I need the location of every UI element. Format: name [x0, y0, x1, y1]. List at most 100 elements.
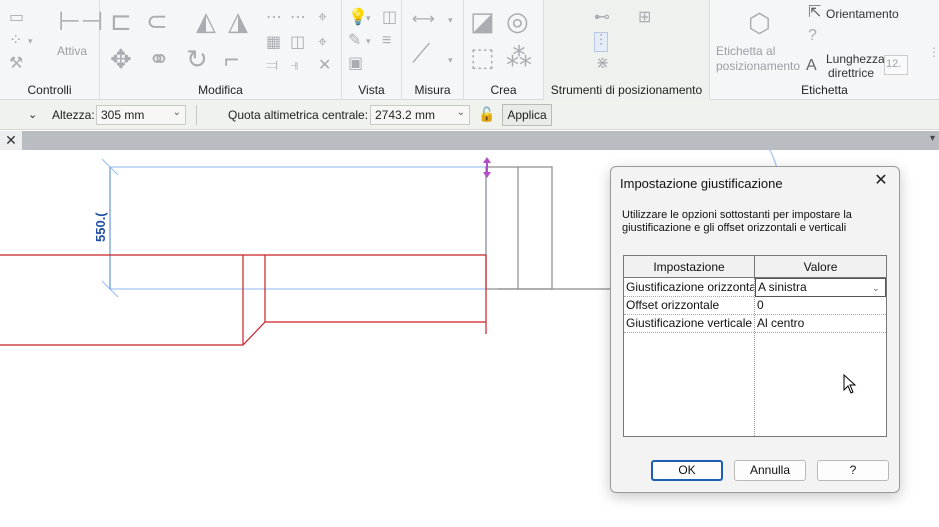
- cube-icon[interactable]: ◫: [382, 10, 397, 26]
- etichetta-pos-label-2[interactable]: posizionamento: [716, 59, 800, 73]
- split-gap-icon[interactable]: ⋯: [290, 10, 306, 26]
- mouse-cursor-icon: [843, 374, 857, 394]
- panel-title-controlli: Controlli: [27, 83, 72, 97]
- justification-dialog: Impostazione giustificazione ✕ Utilizzar…: [610, 166, 900, 493]
- row-setting-label[interactable]: Giustificazione orizzonta: [624, 279, 754, 297]
- panel-title-crea: Crea: [490, 83, 517, 97]
- overflow-icon[interactable]: ⋮: [928, 44, 939, 60]
- array-icon[interactable]: ▦: [266, 35, 281, 51]
- chevron-down-icon[interactable]: ⌄: [28, 108, 37, 121]
- orientation-icon[interactable]: ⇱: [808, 5, 821, 21]
- mirror-draw-icon[interactable]: ◮: [228, 8, 248, 34]
- create-part-icon[interactable]: ◪: [470, 8, 495, 34]
- measure-icon[interactable]: ⟷: [412, 12, 435, 28]
- hammer-icon[interactable]: ⚒: [9, 56, 23, 72]
- options-bar: ⌄ Altezza: 305 mm ⌄ Quota altimetrica ce…: [0, 100, 939, 130]
- row-value[interactable]: 0: [755, 297, 886, 315]
- create-group-icon[interactable]: ◎: [506, 8, 529, 34]
- tag-icon[interactable]: ⬡: [748, 10, 771, 36]
- control-arrow-icon: [483, 172, 491, 178]
- split-segment-icon[interactable]: ⋇: [596, 56, 609, 72]
- panel-modifica: ⊏ ⊂ ◭ ◮ ⋯ ⋯ ⌖ ✥ ⚭ ↻ ⌐ ▦ ◫ ⌖ ⫤ ⫣ ✕ Modifi…: [100, 0, 342, 100]
- create-assembly-icon[interactable]: ⬚: [470, 44, 495, 70]
- unpin-icon[interactable]: ⌖: [318, 35, 327, 51]
- brush-icon[interactable]: ✎: [348, 33, 361, 49]
- panel-crea: ◪ ◎ ⬚ ⁂ Crea: [464, 0, 544, 100]
- align-ends-icon[interactable]: ⊞: [638, 10, 651, 26]
- column-header-impostazione[interactable]: Impostazione: [624, 256, 755, 278]
- activate-icon[interactable]: ⊢⊣: [58, 8, 103, 34]
- applica-button[interactable]: Applica: [502, 104, 552, 126]
- dimension-icon[interactable]: ⟋: [412, 40, 430, 66]
- chevron-down-icon: ⌄: [172, 107, 181, 118]
- horizontal-justification-select[interactable]: A sinistra: [755, 278, 886, 297]
- chevron-down-icon[interactable]: ▾: [366, 33, 371, 49]
- altezza-combo[interactable]: 305 mm ⌄: [96, 105, 186, 125]
- unlock-icon[interactable]: 🔓: [478, 106, 495, 123]
- quota-value: 2743.2 mm: [375, 108, 436, 122]
- panel-misura: ⟷ ▾ ⟋ ▾ Misura: [402, 0, 464, 100]
- bulb-icon[interactable]: 💡: [348, 10, 368, 26]
- altezza-label: Altezza:: [52, 108, 95, 122]
- dimension-label[interactable]: 550.(: [93, 212, 108, 242]
- row-setting-label[interactable]: Giustificazione verticale: [624, 315, 754, 333]
- offset-icon[interactable]: ⊂: [146, 8, 168, 34]
- lines-icon[interactable]: ≡: [382, 33, 391, 49]
- split-icon[interactable]: ⋯: [266, 10, 282, 26]
- justify-icon[interactable]: ⊷: [594, 10, 610, 26]
- dialog-title: Impostazione giustificazione: [620, 176, 783, 191]
- justification-icon[interactable]: ⫶: [594, 32, 609, 52]
- panel-icon[interactable]: ▭: [9, 10, 24, 26]
- close-icon[interactable]: ✕: [871, 171, 891, 191]
- extend-icon[interactable]: ⫣: [290, 58, 300, 74]
- align-icon[interactable]: ⊏: [110, 8, 132, 34]
- view-tab-strip: ✕ ▾: [0, 131, 939, 150]
- quota-label: Quota altimetrica centrale:: [228, 108, 369, 122]
- panel-etichetta: ⬡ Etichetta al posizionamento ⇱ Orientam…: [710, 0, 939, 100]
- selection-icon[interactable]: ⁘: [9, 33, 22, 49]
- panel-controlli: ▭ ⁘ ▾ ⚒ ⊢⊣ Attiva Controlli: [0, 0, 103, 100]
- separator: [196, 105, 197, 125]
- mirror-axis-icon[interactable]: ◭: [196, 8, 216, 34]
- paint-icon[interactable]: ▣: [348, 56, 363, 72]
- lunghezza-label-1[interactable]: Lunghezza: [826, 52, 885, 66]
- orientamento-label[interactable]: Orientamento: [826, 7, 899, 21]
- panel-vista: 💡 ▾ ◫ ✎ ▾ ≡ ▣ Vista: [342, 0, 402, 100]
- trim-icon[interactable]: ⌐: [224, 46, 239, 72]
- etichetta-pos-label-1[interactable]: Etichetta al: [716, 44, 775, 58]
- pin-icon[interactable]: ⌖: [318, 10, 327, 26]
- settings-grid: Impostazione Valore Giustificazione oriz…: [623, 255, 887, 437]
- chevron-down-icon[interactable]: ▾: [448, 52, 453, 68]
- help-button[interactable]: ?: [817, 460, 889, 481]
- chevron-down-icon[interactable]: ⌄: [872, 283, 880, 294]
- row-value[interactable]: Al centro: [755, 315, 886, 333]
- trim-multi-icon[interactable]: ⫤: [266, 58, 278, 74]
- chevron-down-icon[interactable]: ▾: [448, 12, 453, 28]
- lunghezza-label-2[interactable]: direttrice: [828, 66, 874, 80]
- panel-title-misura: Misura: [414, 83, 451, 97]
- ok-button[interactable]: OK: [651, 460, 723, 481]
- help-question-icon[interactable]: ?: [808, 28, 817, 44]
- attiva-label[interactable]: Attiva: [57, 44, 87, 58]
- cancel-button[interactable]: Annulla: [734, 460, 806, 481]
- copy-icon[interactable]: ⚭: [148, 46, 170, 72]
- tab-menu-icon[interactable]: ▾: [930, 133, 935, 144]
- quota-combo[interactable]: 2743.2 mm ⌄: [370, 105, 470, 125]
- move-icon[interactable]: ✥: [110, 46, 132, 72]
- create-similar-icon[interactable]: ⁂: [506, 44, 532, 70]
- panel-title-etichetta: Etichetta: [801, 83, 848, 97]
- dialog-description: Utilizzare le opzioni sottostanti per im…: [622, 209, 852, 234]
- delete-icon[interactable]: ✕: [318, 58, 331, 74]
- close-icon[interactable]: ✕: [0, 131, 22, 150]
- grey-element: [485, 166, 553, 290]
- row-setting-label[interactable]: Offset orizzontale: [624, 297, 754, 315]
- column-header-valore[interactable]: Valore: [755, 256, 886, 278]
- chevron-down-icon[interactable]: ▾: [28, 33, 33, 49]
- panel-title-modifica: Modifica: [198, 83, 243, 97]
- lunghezza-input[interactable]: 12.: [884, 55, 908, 75]
- leader-icon[interactable]: A: [806, 58, 817, 74]
- panel-strumenti-posizionamento: ⊷ ⊞ ⫶ ⋇ Strumenti di posizionamento: [544, 0, 710, 100]
- chevron-down-icon[interactable]: ▾: [366, 10, 371, 26]
- scale-icon[interactable]: ◫: [290, 35, 305, 51]
- rotate-icon[interactable]: ↻: [186, 46, 208, 72]
